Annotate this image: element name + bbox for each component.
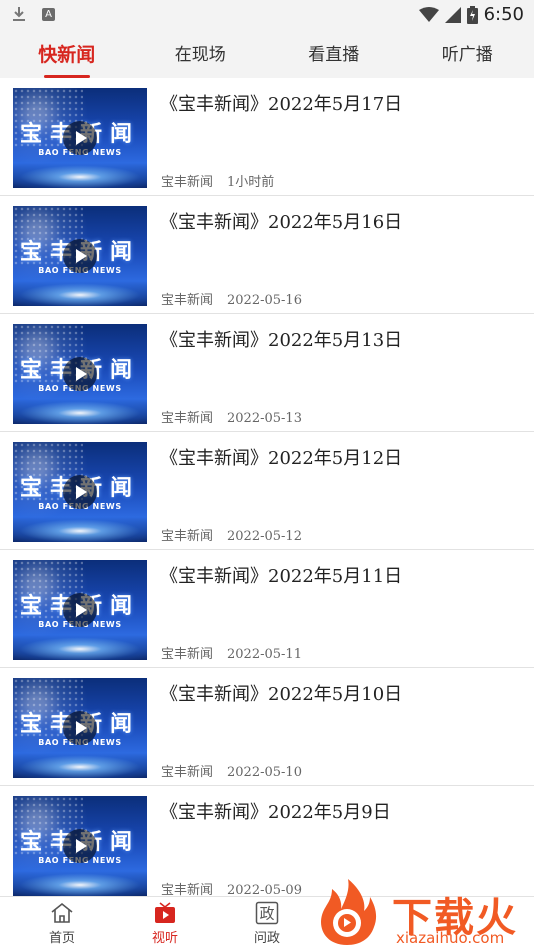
system-status: 6:50 (419, 4, 524, 25)
news-title: 《宝丰新闻》2022年5月11日 (160, 562, 402, 588)
thumbnail-glow (13, 752, 147, 778)
play-icon[interactable] (63, 829, 97, 863)
tab-label: 快新闻 (38, 44, 95, 66)
tab-kan-zhibo[interactable]: 看直播 (267, 32, 401, 78)
news-meta: 宝丰新闻 2022-05-12 (161, 525, 302, 544)
news-source: 宝丰新闻 (161, 411, 213, 426)
news-source: 宝丰新闻 (161, 293, 213, 308)
play-icon[interactable] (63, 711, 97, 745)
nav-wenzheng[interactable]: 政 问政 (237, 901, 297, 946)
thumbnail-glow (13, 870, 147, 896)
battery-icon (467, 6, 478, 24)
category-tabs: 快新闻 在现场 看直播 听广播 (0, 32, 534, 78)
video-thumbnail[interactable]: 宝丰新闻 BAO FENG NEWS (13, 206, 147, 306)
news-meta: 宝丰新闻 2022-05-11 (161, 643, 302, 662)
status-bar: A 6:50 (0, 0, 534, 32)
watermark-logo: 下载火 xiazaihuo.com (312, 875, 534, 950)
video-thumbnail[interactable]: 宝丰新闻 BAO FENG NEWS (13, 324, 147, 424)
nav-label: 视听 (135, 927, 195, 946)
thumbnail-glow (13, 516, 147, 542)
thumbnail-glow (13, 634, 147, 660)
tab-zai-xianchang[interactable]: 在现场 (134, 32, 268, 78)
tab-label: 听广播 (442, 45, 493, 65)
nav-shiting[interactable]: 视听 (135, 901, 195, 946)
play-icon[interactable] (63, 239, 97, 273)
video-thumbnail[interactable]: 宝丰新闻 BAO FENG NEWS (13, 678, 147, 778)
notification-icons: A (12, 6, 55, 22)
download-icon (12, 6, 26, 22)
news-time: 2022-05-10 (227, 765, 302, 780)
thumbnail-glow (13, 280, 147, 306)
news-list-item[interactable]: 宝丰新闻 BAO FENG NEWS 《宝丰新闻》2022年5月10日 宝丰新闻… (0, 668, 534, 786)
thumbnail-glow (13, 162, 147, 188)
news-meta: 宝丰新闻 1小时前 (161, 171, 274, 190)
video-play-icon (153, 901, 177, 925)
tab-ting-guangbo[interactable]: 听广播 (401, 32, 534, 78)
zheng-glyph: 政 (259, 905, 274, 923)
news-list[interactable]: 宝丰新闻 BAO FENG NEWS 《宝丰新闻》2022年5月17日 宝丰新闻… (0, 78, 534, 896)
video-thumbnail[interactable]: 宝丰新闻 BAO FENG NEWS (13, 796, 147, 896)
news-source: 宝丰新闻 (161, 883, 213, 896)
play-icon[interactable] (63, 593, 97, 627)
play-icon[interactable] (63, 121, 97, 155)
video-thumbnail[interactable]: 宝丰新闻 BAO FENG NEWS (13, 560, 147, 660)
news-meta: 宝丰新闻 2022-05-10 (161, 761, 302, 780)
news-time: 2022-05-13 (227, 411, 302, 426)
a-icon: A (42, 8, 55, 21)
news-time: 2022-05-12 (227, 529, 302, 544)
news-source: 宝丰新闻 (161, 765, 213, 780)
news-list-item[interactable]: 宝丰新闻 BAO FENG NEWS 《宝丰新闻》2022年5月12日 宝丰新闻… (0, 432, 534, 550)
news-title: 《宝丰新闻》2022年5月17日 (160, 90, 402, 116)
news-source: 宝丰新闻 (161, 529, 213, 544)
clock: 6:50 (484, 4, 524, 25)
signal-icon (445, 7, 461, 23)
news-source: 宝丰新闻 (161, 175, 213, 190)
watermark-url: xiazaihuo.com (396, 929, 504, 947)
video-thumbnail[interactable]: 宝丰新闻 BAO FENG NEWS (13, 88, 147, 188)
tab-kuai-xinwen[interactable]: 快新闻 (0, 32, 134, 78)
nav-label: 首页 (32, 927, 92, 946)
news-title: 《宝丰新闻》2022年5月12日 (160, 444, 402, 470)
nav-home[interactable]: 首页 (32, 901, 92, 946)
news-title: 《宝丰新闻》2022年5月16日 (160, 208, 402, 234)
news-title: 《宝丰新闻》2022年5月9日 (160, 798, 391, 824)
news-time: 1小时前 (227, 175, 274, 190)
news-time: 2022-05-11 (227, 647, 302, 662)
news-source: 宝丰新闻 (161, 647, 213, 662)
thumbnail-glow (13, 398, 147, 424)
wifi-icon (419, 7, 439, 23)
news-list-item[interactable]: 宝丰新闻 BAO FENG NEWS 《宝丰新闻》2022年5月16日 宝丰新闻… (0, 196, 534, 314)
tab-label: 在现场 (175, 45, 226, 65)
news-list-item[interactable]: 宝丰新闻 BAO FENG NEWS 《宝丰新闻》2022年5月11日 宝丰新闻… (0, 550, 534, 668)
tab-label: 看直播 (308, 45, 359, 65)
flame-logo-icon (314, 877, 380, 947)
nav-label: 问政 (237, 927, 297, 946)
news-list-item[interactable]: 宝丰新闻 BAO FENG NEWS 《宝丰新闻》2022年5月13日 宝丰新闻… (0, 314, 534, 432)
zheng-icon: 政 (255, 901, 279, 925)
news-title: 《宝丰新闻》2022年5月13日 (160, 326, 402, 352)
news-meta: 宝丰新闻 2022-05-16 (161, 289, 302, 308)
news-list-item[interactable]: 宝丰新闻 BAO FENG NEWS 《宝丰新闻》2022年5月17日 宝丰新闻… (0, 78, 534, 196)
news-time: 2022-05-16 (227, 293, 302, 308)
home-icon (50, 901, 74, 925)
news-title: 《宝丰新闻》2022年5月10日 (160, 680, 402, 706)
play-icon[interactable] (63, 475, 97, 509)
play-icon[interactable] (63, 357, 97, 391)
news-meta: 宝丰新闻 2022-05-13 (161, 407, 302, 426)
news-meta: 宝丰新闻 2022-05-09 (161, 879, 302, 896)
video-thumbnail[interactable]: 宝丰新闻 BAO FENG NEWS (13, 442, 147, 542)
news-time: 2022-05-09 (227, 883, 302, 896)
